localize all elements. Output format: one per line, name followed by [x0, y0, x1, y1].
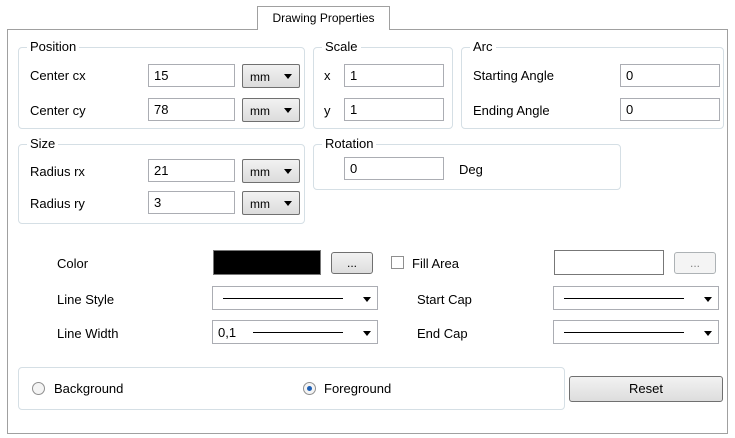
- size-legend: Size: [27, 136, 59, 151]
- rotation-group: Rotation 0 Deg: [313, 136, 621, 190]
- chevron-down-icon: [284, 74, 292, 79]
- center-cx-unit-select[interactable]: mm: [242, 64, 300, 88]
- radius-rx-unit-value: mm: [250, 165, 270, 179]
- rotation-unit-label: Deg: [459, 162, 483, 177]
- tab-drawing-properties[interactable]: Drawing Properties: [257, 6, 390, 30]
- radius-ry-unit-select[interactable]: mm: [242, 191, 300, 215]
- radius-rx-input[interactable]: 21: [148, 159, 235, 182]
- drawing-properties-panel: Position Center cx 15 mm Center cy 78 mm…: [7, 29, 728, 434]
- radius-ry-input[interactable]: 3: [148, 191, 235, 214]
- radius-ry-unit-value: mm: [250, 197, 270, 211]
- scale-group: Scale x 1 y 1: [313, 39, 453, 129]
- radius-rx-unit-select[interactable]: mm: [242, 159, 300, 183]
- radio-selected-dot: [307, 386, 312, 391]
- line-style-label: Line Style: [57, 292, 115, 307]
- start-cap-preview: [564, 298, 684, 299]
- reset-button[interactable]: Reset: [569, 376, 723, 402]
- position-legend: Position: [27, 39, 80, 54]
- color-swatch[interactable]: [213, 250, 321, 275]
- line-width-select[interactable]: 0,1: [212, 320, 378, 344]
- center-cx-label: Center cx: [30, 68, 86, 83]
- scale-y-input[interactable]: 1: [344, 98, 444, 121]
- fill-color-swatch[interactable]: [554, 250, 664, 275]
- start-cap-select[interactable]: [553, 286, 719, 310]
- arc-legend: Arc: [470, 39, 496, 54]
- center-cx-unit-value: mm: [250, 70, 270, 84]
- chevron-down-icon: [284, 169, 292, 174]
- start-cap-label: Start Cap: [417, 292, 472, 307]
- chevron-down-icon: [704, 331, 712, 336]
- chevron-down-icon: [704, 297, 712, 302]
- scale-y-label: y: [324, 103, 331, 118]
- chevron-down-icon: [284, 201, 292, 206]
- center-cx-input[interactable]: 15: [148, 64, 235, 87]
- center-cy-unit-select[interactable]: mm: [242, 98, 300, 122]
- foreground-label: Foreground: [324, 381, 392, 396]
- foreground-radio[interactable]: [303, 382, 316, 395]
- scale-x-label: x: [324, 68, 331, 83]
- chevron-down-icon: [363, 297, 371, 302]
- radius-rx-label: Radius rx: [30, 164, 85, 179]
- rotation-input[interactable]: 0: [344, 157, 444, 180]
- center-cy-unit-value: mm: [250, 104, 270, 118]
- line-width-preview: [253, 332, 343, 333]
- color-browse-button[interactable]: ...: [331, 252, 373, 274]
- starting-angle-input[interactable]: 0: [620, 64, 720, 87]
- ending-angle-label: Ending Angle: [473, 103, 550, 118]
- scale-x-input[interactable]: 1: [344, 64, 444, 87]
- ending-angle-input[interactable]: 0: [620, 98, 720, 121]
- fill-area-checkbox[interactable]: [391, 256, 404, 269]
- center-cy-input[interactable]: 78: [148, 98, 235, 121]
- starting-angle-label: Starting Angle: [473, 68, 554, 83]
- end-cap-label: End Cap: [417, 326, 468, 341]
- chevron-down-icon: [284, 108, 292, 113]
- line-style-select[interactable]: [212, 286, 378, 310]
- fill-browse-button[interactable]: ...: [674, 252, 716, 274]
- position-group: Position Center cx 15 mm Center cy 78 mm: [18, 39, 305, 129]
- center-cy-label: Center cy: [30, 103, 86, 118]
- end-cap-preview: [564, 332, 684, 333]
- arc-group: Arc Starting Angle 0 Ending Angle 0: [461, 39, 724, 129]
- fill-area-label: Fill Area: [412, 256, 459, 271]
- line-width-value: 0,1: [218, 325, 237, 340]
- layer-group: Background Foreground: [18, 367, 565, 410]
- line-style-preview: [223, 298, 343, 299]
- radius-ry-label: Radius ry: [30, 196, 85, 211]
- background-radio[interactable]: [32, 382, 45, 395]
- chevron-down-icon: [363, 331, 371, 336]
- line-width-label: Line Width: [57, 326, 119, 341]
- end-cap-select[interactable]: [553, 320, 719, 344]
- background-label: Background: [54, 381, 124, 396]
- scale-legend: Scale: [322, 39, 361, 54]
- rotation-legend: Rotation: [322, 136, 377, 151]
- color-label: Color: [57, 256, 89, 271]
- size-group: Size Radius rx 21 mm Radius ry 3 mm: [18, 136, 305, 224]
